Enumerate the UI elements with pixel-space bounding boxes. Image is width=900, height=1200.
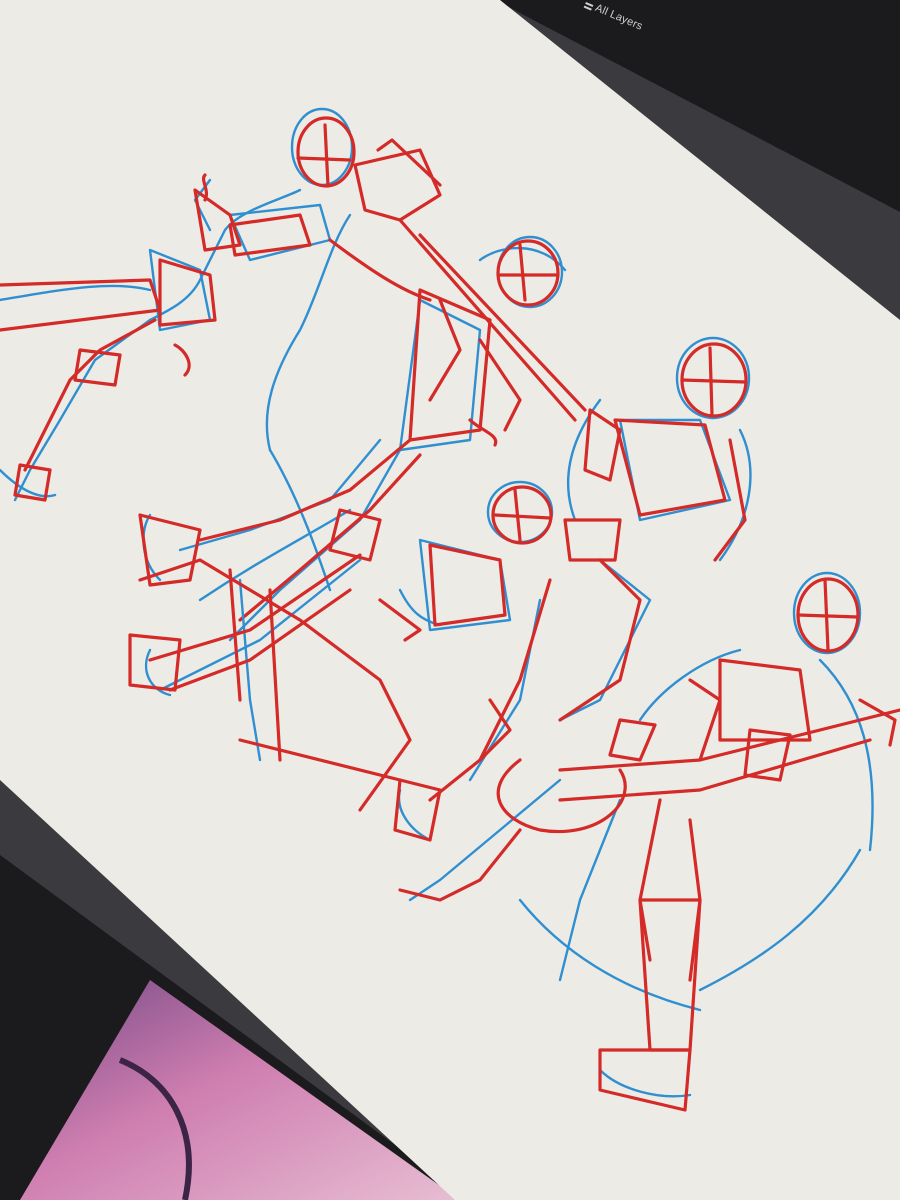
photo-scene xyxy=(0,0,900,1200)
